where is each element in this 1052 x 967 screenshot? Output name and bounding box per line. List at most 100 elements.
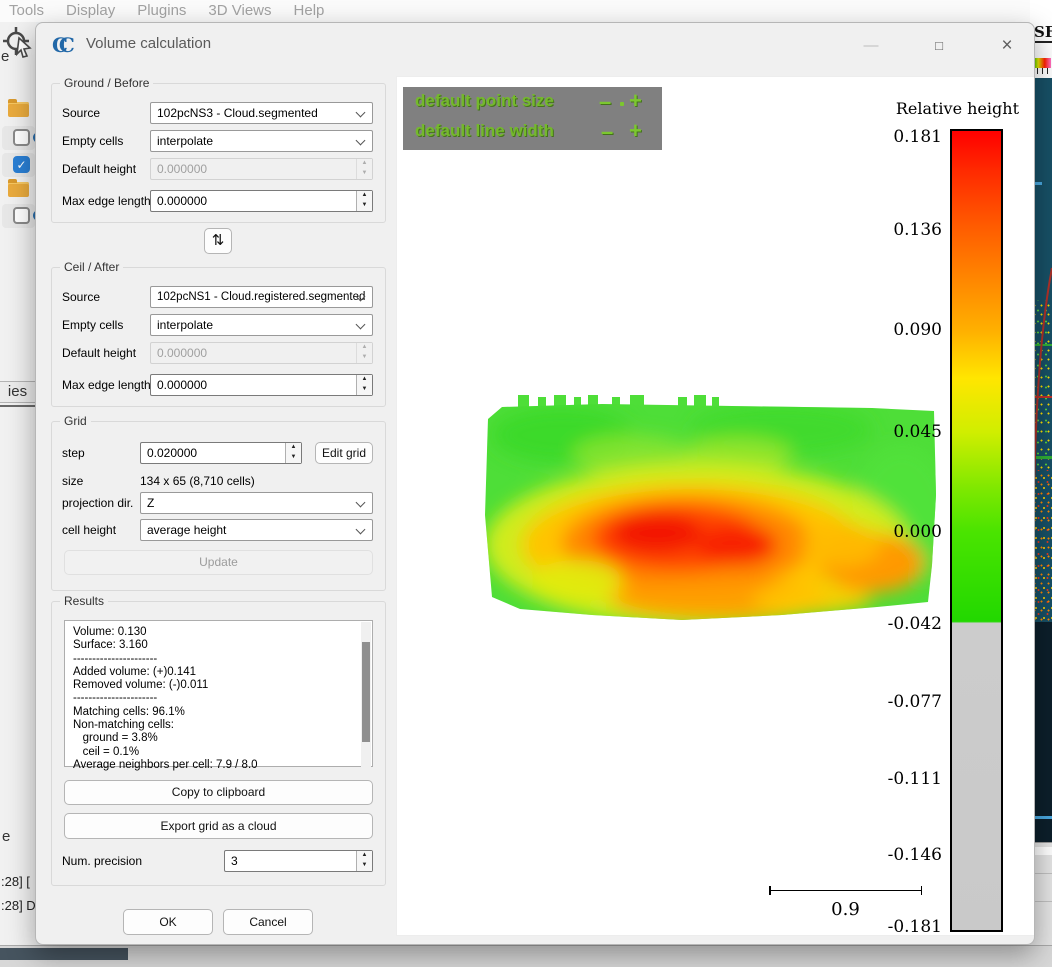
ground-max-edge-spinbox[interactable]: 0.000000 ▲▼ — [150, 190, 373, 212]
grid-step-spinbox[interactable]: 0.020000 ▲▼ — [140, 442, 302, 464]
menu-display[interactable]: Display — [66, 0, 115, 22]
dialog-titlebar[interactable]: CC Volume calculation — □ × — [36, 23, 1034, 67]
menu-help[interactable]: Help — [294, 0, 325, 22]
point-size-decrease-icon[interactable]: – — [599, 89, 611, 115]
console-bottom-sliver — [0, 948, 128, 960]
num-precision-label: Num. precision — [62, 850, 142, 872]
scalebar-tick-label: -0.181 — [822, 917, 942, 937]
maximize-button[interactable]: □ — [920, 31, 958, 61]
line-width-increase-icon[interactable]: + — [629, 118, 642, 144]
scrollbar-thumb[interactable] — [362, 642, 370, 742]
close-button[interactable]: × — [988, 31, 1026, 61]
console-log-line: :28] [ — [1, 874, 30, 889]
line-width-decrease-icon[interactable]: – — [601, 119, 613, 145]
max-edge-length-label: Max edge length — [62, 374, 151, 396]
results-scrollbar[interactable] — [361, 622, 371, 767]
ground-empty-cells-combobox[interactable]: interpolate — [150, 130, 373, 152]
spin-value: 0.000000 — [157, 162, 207, 176]
cell-height-combobox[interactable]: average height — [140, 519, 373, 541]
panel-divider — [0, 405, 36, 407]
default-height-label: Default height — [62, 158, 136, 180]
default-line-width-label: default line width — [415, 121, 554, 141]
folder-icon[interactable] — [8, 182, 29, 197]
tree-row[interactable] — [2, 204, 35, 228]
spin-value: 3 — [231, 854, 238, 868]
combo-value: 102pcNS3 - Cloud.segmented — [157, 106, 318, 120]
group-legend: Results — [60, 594, 108, 608]
menu-plugins[interactable]: Plugins — [137, 0, 186, 22]
empty-cells-label: Empty cells — [62, 130, 123, 152]
spin-down-icon[interactable]: ▼ — [357, 385, 372, 395]
ok-button[interactable]: OK — [123, 909, 213, 935]
spin-down-icon: ▼ — [357, 169, 372, 179]
point-size-increase-icon[interactable]: + — [629, 88, 642, 114]
grid-size-value: 134 x 65 (8,710 cells) — [140, 470, 255, 492]
spin-down-icon[interactable]: ▼ — [357, 201, 372, 211]
cloudcompare-logo-icon: CC — [52, 33, 80, 57]
cancel-button[interactable]: Cancel — [223, 909, 313, 935]
spin-value: 0.000000 — [157, 378, 207, 392]
minimize-button: — — [852, 31, 890, 61]
ceil-source-combobox[interactable]: 102pcNS1 - Cloud.registered.segmented — [150, 286, 373, 308]
scale-ruler — [769, 890, 922, 891]
spin-up-icon[interactable]: ▲ — [357, 375, 372, 385]
spin-up-icon[interactable]: ▲ — [357, 191, 372, 201]
chevron-down-icon — [356, 108, 366, 118]
chevron-down-icon — [356, 525, 366, 535]
empty-cells-label: Empty cells — [62, 314, 123, 336]
spin-down-icon[interactable]: ▼ — [357, 861, 372, 871]
default-height-label: Default height — [62, 342, 136, 364]
chevron-down-icon — [356, 136, 366, 146]
group-legend: Ground / Before — [60, 76, 153, 90]
volume-preview-viewport[interactable]: default point size – + default line widt… — [396, 76, 1035, 936]
num-precision-spinbox[interactable]: 3 ▲▼ — [224, 850, 373, 872]
ground-default-height-spinbox: 0.000000 ▲▼ — [150, 158, 373, 180]
export-grid-button[interactable]: Export grid as a cloud — [64, 813, 373, 839]
spin-value: 0.000000 — [157, 194, 207, 208]
results-group: Results Volume: 0.130 Surface: 3.160 ---… — [51, 601, 386, 886]
combo-value: 102pcNS1 - Cloud.registered.segmented — [157, 291, 365, 303]
menu-tools[interactable]: Tools — [9, 0, 44, 22]
checkbox-checked-icon[interactable]: ✓ — [13, 156, 30, 173]
properties-tab-partial[interactable]: ies — [0, 381, 36, 403]
tree-row[interactable]: ✓ — [2, 153, 35, 177]
update-button: Update — [64, 550, 373, 575]
ceil-empty-cells-combobox[interactable]: interpolate — [150, 314, 373, 336]
spin-up-icon[interactable]: ▲ — [286, 443, 301, 453]
display-settings-overlay: default point size – + default line widt… — [403, 87, 662, 150]
scalebar-tick-label: 0.000 — [822, 522, 942, 542]
group-legend: Grid — [60, 414, 91, 428]
tree-row[interactable] — [2, 126, 35, 150]
menu-bar: Tools Display Plugins 3D Views Help — [0, 0, 1052, 22]
menu-items: Tools Display Plugins 3D Views Help — [0, 0, 1052, 22]
scalebar-tick-label: -0.077 — [822, 692, 942, 712]
spin-up-icon[interactable]: ▲ — [357, 851, 372, 861]
max-edge-length-label: Max edge length — [62, 190, 151, 212]
projection-dir-combobox[interactable]: Z — [140, 492, 373, 514]
ceil-max-edge-spinbox[interactable]: 0.000000 ▲▼ — [150, 374, 373, 396]
scalebar-tick-label: -0.111 — [822, 769, 942, 789]
checkbox-unchecked-icon[interactable] — [13, 207, 30, 224]
swap-ground-ceil-button[interactable]: ⇅ — [204, 228, 232, 254]
source-label: Source — [62, 286, 100, 308]
spin-down-icon[interactable]: ▼ — [286, 453, 301, 463]
ground-source-combobox[interactable]: 102pcNS3 - Cloud.segmented — [150, 102, 373, 124]
scalebar-tick-label: 0.181 — [822, 127, 942, 147]
cell-height-label: cell height — [62, 519, 116, 541]
spin-value: 0.000000 — [157, 346, 207, 360]
results-textbox[interactable]: Volume: 0.130 Surface: 3.160 -----------… — [64, 620, 373, 767]
checkbox-unchecked-icon[interactable] — [13, 129, 30, 146]
folder-icon[interactable] — [8, 102, 29, 117]
db-tree-tab-partial[interactable]: e — [1, 48, 9, 65]
main-window-left-panel: e ✓ ies e :28] [ :28] D — [0, 22, 36, 945]
menu-3d-views[interactable]: 3D Views — [208, 0, 271, 22]
spin-down-icon: ▼ — [357, 353, 372, 363]
edit-grid-button[interactable]: Edit grid — [315, 442, 373, 464]
step-label: step — [62, 442, 85, 464]
scalebar-tick-label: 0.090 — [822, 320, 942, 340]
console-log-line: :28] D — [1, 898, 36, 913]
console-tab-partial[interactable]: e — [2, 828, 10, 845]
copy-to-clipboard-button[interactable]: Copy to clipboard — [64, 780, 373, 805]
grid-group: Grid step 0.020000 ▲▼ Edit grid size 134… — [51, 421, 386, 591]
combo-value: average height — [147, 523, 226, 537]
